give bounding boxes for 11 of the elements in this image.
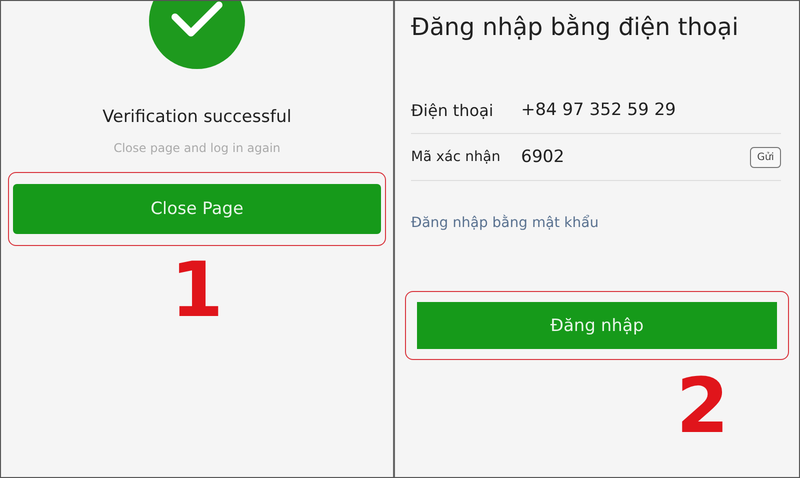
status-subtitle: Close page and log in again xyxy=(114,141,280,155)
screen-title: Đăng nhập bằng điện thoại xyxy=(410,13,740,41)
password-login-link[interactable]: Đăng nhập bằng mật khẩu xyxy=(405,215,789,231)
send-button[interactable]: Gửi xyxy=(750,146,781,168)
input-field[interactable]: +84 97 352 59 29 xyxy=(521,100,781,120)
status-title: Verification successful xyxy=(102,107,292,127)
field-label: Mã xác nhận xyxy=(411,149,502,165)
step-number: 2 xyxy=(676,368,729,444)
input-field[interactable]: 6902 xyxy=(521,147,750,167)
field-label: Điện thoại xyxy=(411,100,494,120)
step-number: 1 xyxy=(170,252,224,328)
